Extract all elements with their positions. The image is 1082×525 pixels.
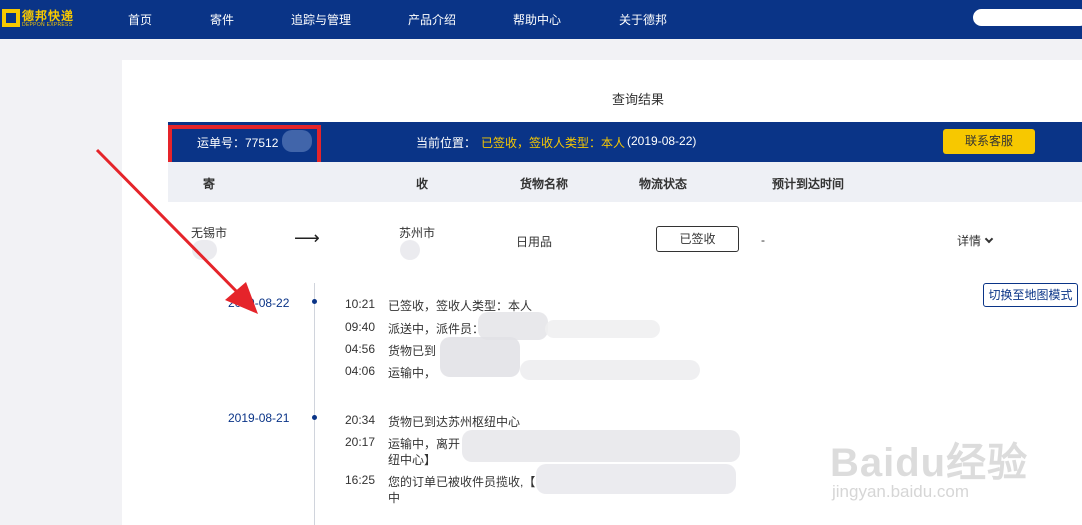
col-header-status: 物流状态 [639, 177, 688, 191]
event-desc: 货物已到 [388, 344, 437, 358]
map-mode-button[interactable]: 切换至地图模式 [983, 283, 1078, 307]
timeline-dot [312, 299, 317, 304]
timeline-date: 2019-08-21 [228, 411, 290, 425]
timeline-line [314, 283, 315, 525]
watermark-main: Baidu经验 [830, 441, 1029, 485]
event-desc: 您的订单已被收件员揽收,【 [388, 475, 536, 489]
nav-about[interactable]: 关于德邦 [619, 11, 667, 28]
goods-name: 日用品 [516, 235, 553, 249]
current-location-date: (2019-08-22) [627, 134, 697, 148]
blurred-text [520, 360, 700, 380]
arrow-right-icon: ⟶ [294, 228, 320, 248]
col-header-goods: 货物名称 [520, 177, 569, 191]
baidu-watermark: Baidu经验 jingyan.baidu.com [830, 430, 1080, 525]
event-time: 09:40 [345, 320, 376, 334]
col-header-from: 寄 [203, 177, 216, 191]
event-time: 20:17 [345, 435, 376, 449]
nav-send[interactable]: 寄件 [210, 11, 234, 28]
blurred-text [462, 430, 740, 462]
eta-value: - [761, 233, 765, 247]
table-header [168, 162, 1082, 202]
event-desc-cont: 中 [388, 491, 401, 505]
timeline-dot [312, 415, 317, 420]
blurred-from-detail [192, 240, 217, 260]
status-badge[interactable]: 已签收 [656, 226, 739, 252]
blurred-text [440, 337, 520, 377]
details-label: 详情 [957, 234, 982, 248]
current-location-label: 当前位置： [416, 136, 477, 150]
event-desc: 货物已到达苏州枢纽中心 [388, 415, 521, 429]
nav-tracking[interactable]: 追踪与管理 [291, 11, 351, 28]
blurred-text [545, 320, 660, 338]
chevron-down-icon [984, 234, 994, 244]
nav-products[interactable]: 产品介绍 [408, 11, 456, 28]
nav-help[interactable]: 帮助中心 [513, 11, 561, 28]
col-header-to: 收 [416, 177, 429, 191]
event-time: 04:06 [345, 364, 376, 378]
blurred-to-detail [400, 240, 420, 260]
deppon-logo[interactable]: 德邦快递 DEPPON EXPRESS [2, 7, 78, 31]
page-title: 查询结果 [612, 92, 665, 107]
event-desc: 派送中，派件员： [388, 322, 485, 336]
logo-mark-icon [2, 9, 20, 27]
details-toggle[interactable]: 详情 [957, 232, 994, 249]
event-time: 20:34 [345, 413, 376, 427]
event-time: 10:21 [345, 297, 376, 311]
event-time: 04:56 [345, 342, 376, 356]
timeline-date: 2019-08-22 [228, 296, 290, 310]
event-time: 16:25 [345, 473, 376, 487]
watermark-sub: jingyan.baidu.com [832, 482, 970, 501]
blurred-text [536, 464, 736, 494]
contact-service-button[interactable]: 联系客服 [943, 129, 1035, 154]
search-input[interactable] [973, 9, 1082, 26]
top-nav-bar: 德邦快递 DEPPON EXPRESS 首页 寄件 追踪与管理 产品介绍 帮助中… [0, 0, 1082, 39]
event-desc: 运输中，离开 [388, 437, 461, 451]
event-desc: 运输中， [388, 366, 437, 380]
from-city: 无锡市 [191, 226, 228, 240]
event-desc-cont: 纽中心】 [388, 453, 437, 467]
blurred-text [478, 312, 548, 340]
current-location-value: 已签收，签收人类型：本人 [481, 136, 626, 150]
logo-text-en: DEPPON EXPRESS [22, 22, 73, 28]
to-city: 苏州市 [399, 226, 436, 240]
nav-home[interactable]: 首页 [128, 11, 152, 28]
highlight-box [168, 125, 321, 167]
col-header-eta: 预计到达时间 [772, 177, 845, 191]
